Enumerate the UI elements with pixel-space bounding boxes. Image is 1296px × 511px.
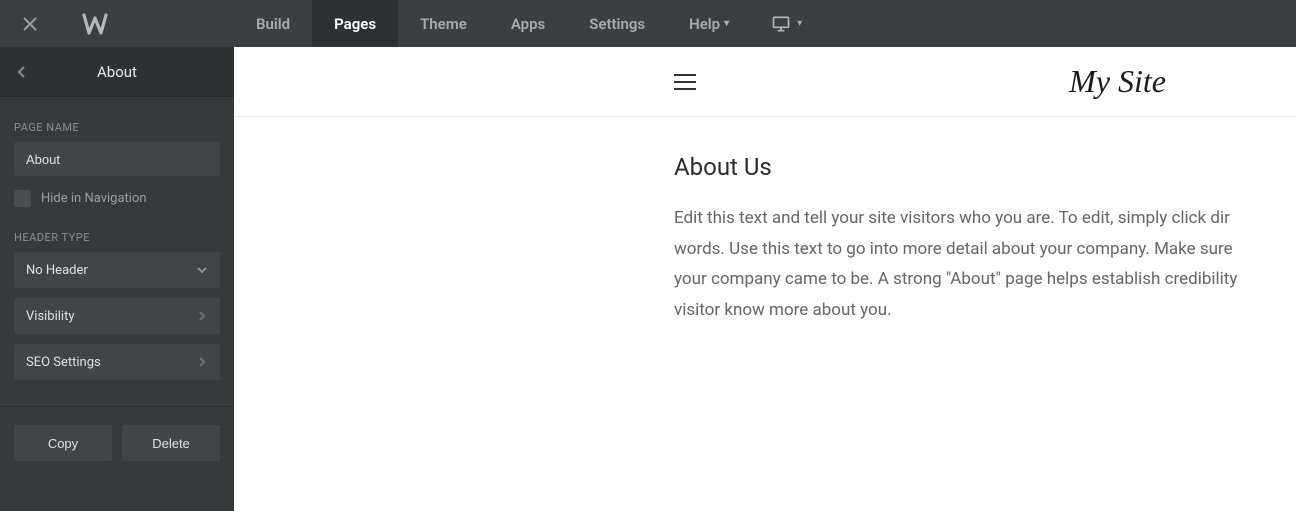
preview-header: My Site xyxy=(234,47,1296,117)
nav-theme[interactable]: Theme xyxy=(398,0,489,47)
nav-build[interactable]: Build xyxy=(234,0,312,47)
page-name-label: PAGE NAME xyxy=(14,121,220,134)
top-nav: Build Pages Theme Apps Settings Help▾ xyxy=(234,0,751,47)
visibility-row[interactable]: Visibility xyxy=(14,298,220,334)
about-body-text[interactable]: Edit this text and tell your site visito… xyxy=(674,203,1296,325)
delete-button[interactable]: Delete xyxy=(122,425,220,461)
nav-help[interactable]: Help▾ xyxy=(667,0,751,47)
monitor-icon xyxy=(771,14,791,34)
sidebar: About PAGE NAME Hide in Navigation HEADE… xyxy=(0,47,234,511)
nav-apps[interactable]: Apps xyxy=(489,0,567,47)
top-toolbar: Build Pages Theme Apps Settings Help▾ ▾ xyxy=(0,0,1296,47)
hide-in-nav-checkbox[interactable]: Hide in Navigation xyxy=(14,190,220,207)
site-title[interactable]: My Site xyxy=(1069,63,1166,100)
close-icon xyxy=(22,16,38,32)
hide-in-nav-label: Hide in Navigation xyxy=(41,191,147,206)
close-button[interactable] xyxy=(0,0,60,47)
site-preview: My Site About Us Edit this text and tell… xyxy=(234,47,1296,511)
chevron-right-icon xyxy=(196,310,208,322)
device-preview-toggle[interactable]: ▾ xyxy=(751,0,822,47)
about-heading[interactable]: About Us xyxy=(674,153,1296,181)
checkbox-icon xyxy=(14,190,31,207)
visibility-label: Visibility xyxy=(26,309,75,324)
header-type-select[interactable]: No Header xyxy=(14,252,220,288)
divider xyxy=(0,406,234,407)
chevron-right-icon xyxy=(196,356,208,368)
header-type-value: No Header xyxy=(26,263,88,278)
back-button[interactable] xyxy=(0,47,44,96)
hamburger-icon xyxy=(674,74,696,76)
sidebar-header: About xyxy=(0,47,234,97)
caret-down-icon: ▾ xyxy=(724,18,729,29)
seo-settings-row[interactable]: SEO Settings xyxy=(14,344,220,380)
hamburger-menu[interactable] xyxy=(674,74,696,90)
caret-down-icon: ▾ xyxy=(797,18,802,29)
weebly-logo[interactable] xyxy=(60,0,130,47)
chevron-left-icon xyxy=(15,65,29,79)
copy-button[interactable]: Copy xyxy=(14,425,112,461)
nav-settings[interactable]: Settings xyxy=(567,0,667,47)
nav-pages[interactable]: Pages xyxy=(312,0,398,47)
header-type-label: HEADER TYPE xyxy=(14,231,220,244)
seo-settings-label: SEO Settings xyxy=(26,355,101,370)
chevron-down-icon xyxy=(196,264,208,276)
page-name-input[interactable] xyxy=(14,142,220,176)
logo-icon xyxy=(82,13,108,35)
